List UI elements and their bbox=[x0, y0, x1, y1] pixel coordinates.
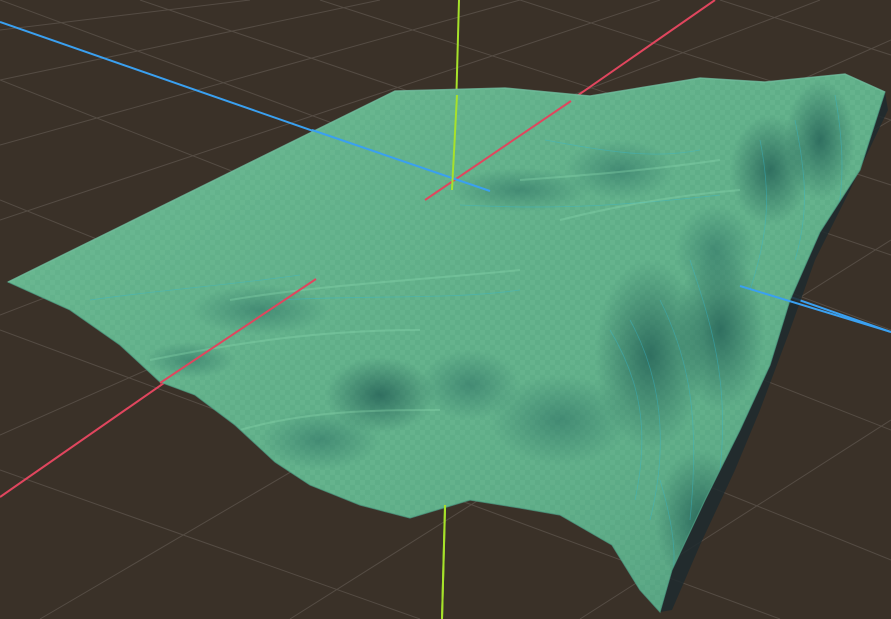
3d-viewport[interactable] bbox=[0, 0, 891, 619]
viewport-canvas[interactable] bbox=[0, 0, 891, 619]
